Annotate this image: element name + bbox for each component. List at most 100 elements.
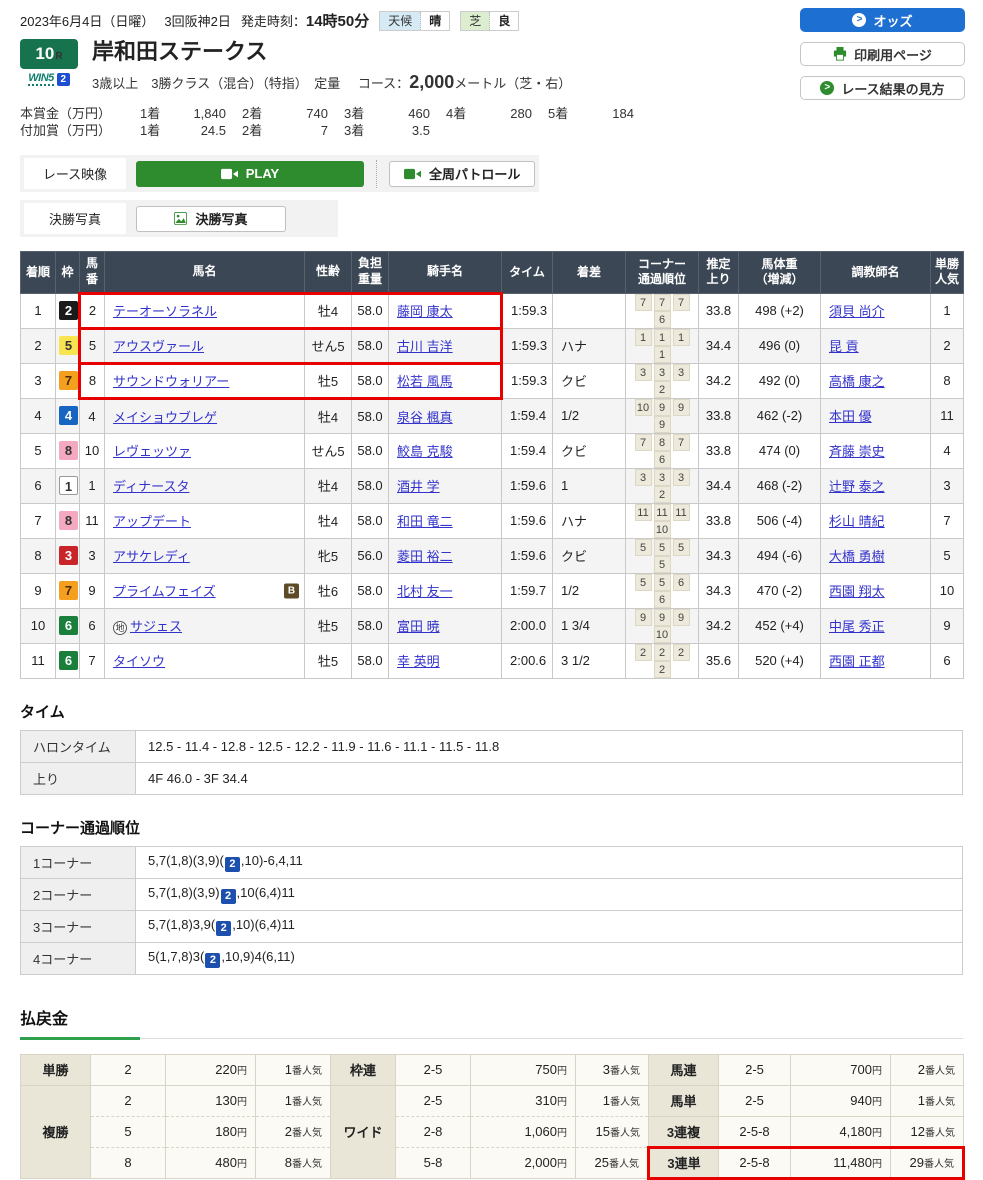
horse-link[interactable]: サジェス <box>130 619 182 634</box>
popularity-suffix: 番人気 <box>925 1128 955 1139</box>
trainer-link[interactable]: 大橋 勇樹 <box>829 549 885 564</box>
corner-position-value: 11 <box>635 504 652 521</box>
trainer-cell: 斉藤 崇史 <box>821 433 931 468</box>
corner-positions: 10999 <box>626 398 699 433</box>
corner-position-value: 2 <box>635 644 652 661</box>
payout-popularity: 1番人気 <box>256 1054 331 1085</box>
column-header: 枠 <box>56 252 80 293</box>
horse-link[interactable]: メイショウブレゲ <box>113 410 217 425</box>
column-header: 着差 <box>553 252 626 293</box>
odds-button[interactable]: > オッズ <box>800 8 965 32</box>
horse-link[interactable]: アサケレディ <box>113 549 190 564</box>
jockey-link[interactable]: 北村 友一 <box>397 584 453 599</box>
corner-position-value: 7 <box>673 294 690 311</box>
jockey-link[interactable]: 酒井 学 <box>397 479 440 494</box>
trainer-link[interactable]: 辻野 泰之 <box>829 479 885 494</box>
payout-selection: 2 <box>91 1054 166 1085</box>
result-row: 7811アップデート牡458.0和田 竜二1:59.6ハナ1111111033.… <box>21 503 964 538</box>
photo-finish-strip: 決勝写真 決勝写真 <box>20 200 338 237</box>
corner-order-table: 1コーナー5,7(1,8)(3,9)(2,10)-6,4,112コーナー5,7(… <box>20 846 963 975</box>
yen-suffix: 円 <box>557 1159 567 1170</box>
horse-name-cell: タイソウ <box>105 643 305 678</box>
trainer-link[interactable]: 須貝 尚介 <box>829 304 885 319</box>
results-guide-button[interactable]: > レース結果の見方 <box>800 76 965 100</box>
horse-link[interactable]: プライムフェイズ <box>113 584 216 599</box>
trainer-link[interactable]: 高橋 康之 <box>829 374 885 389</box>
bracket-cell: 7 <box>56 573 80 608</box>
jockey-link[interactable]: 泉谷 楓真 <box>397 410 453 425</box>
winner-number-badge: 2 <box>216 921 231 936</box>
margin: クビ <box>553 363 626 398</box>
win5-slot-number: 2 <box>57 73 70 86</box>
trainer-link[interactable]: 西園 正都 <box>829 654 885 669</box>
sex-age: せん5 <box>305 433 352 468</box>
play-button[interactable]: PLAY <box>136 161 364 187</box>
popularity-suffix: 番人気 <box>924 1159 954 1170</box>
corner-position-value: 3 <box>635 469 652 486</box>
course-distance: 2,000 <box>409 72 454 92</box>
jockey-link[interactable]: 鮫島 克駿 <box>397 444 453 459</box>
trainer-link[interactable]: 杉山 晴紀 <box>829 514 885 529</box>
jockey-link[interactable]: 松若 風馬 <box>397 374 453 389</box>
trainer-link[interactable]: 斉藤 崇史 <box>829 444 885 459</box>
payout-type-label: 3連単 <box>649 1147 719 1178</box>
jockey-link[interactable]: 和田 竜二 <box>397 514 453 529</box>
trainer-cell: 須貝 尚介 <box>821 293 931 328</box>
horse-link[interactable]: サウンドウォリアー <box>113 374 229 389</box>
race-title-block: 岸和田ステークス 3歳以上 3勝クラス（混合）（特指） 定量 コース：2,000… <box>92 39 571 93</box>
payout-type-label: 3連複 <box>649 1116 719 1147</box>
trainer-cell: 高橋 康之 <box>821 363 931 398</box>
corner-row-label: 4コーナー <box>21 942 136 974</box>
payout-popularity: 1番人気 <box>576 1085 649 1116</box>
payout-selection: 5 <box>91 1116 166 1147</box>
payout-selection: 2 <box>91 1085 166 1116</box>
jockey-link[interactable]: 菱田 裕二 <box>397 549 453 564</box>
finish-position: 5 <box>21 433 56 468</box>
corner-row-value: 5,7(1,8)3,9(2,10)(6,4)11 <box>136 910 963 942</box>
horse-link[interactable]: アップデート <box>113 514 191 529</box>
trainer-link[interactable]: 中尾 秀正 <box>829 619 885 634</box>
popularity-suffix: 番人気 <box>292 1128 322 1139</box>
trainer-link[interactable]: 本田 優 <box>829 409 872 424</box>
load-weight: 58.0 <box>352 643 389 678</box>
jockey-link[interactable]: 古川 吉洋 <box>397 339 453 354</box>
prize-amount: 280 <box>482 105 532 122</box>
course-label: コース： <box>358 76 409 91</box>
horse-link[interactable]: レヴェッツァ <box>113 444 191 459</box>
win-popularity: 7 <box>931 503 964 538</box>
trainer-link[interactable]: 昆 貢 <box>829 339 859 354</box>
payout-amount: 2,000円 <box>471 1147 576 1178</box>
sex-age: 牡5 <box>305 608 352 643</box>
bracket-cell: 4 <box>56 398 80 433</box>
jockey-link[interactable]: 幸 英明 <box>397 654 440 669</box>
horse-link[interactable]: アウスヴァール <box>113 339 204 354</box>
weather-badge: 天候 晴 <box>379 11 450 31</box>
payout-amount: 4,180円 <box>791 1116 891 1147</box>
margin <box>553 293 626 328</box>
horse-weight: 452 (+4) <box>739 608 821 643</box>
race-date: 2023年6月4日（日曜） <box>20 11 154 30</box>
race-conditions: 3歳以上 3勝クラス（混合）（特指） 定量 コース：2,000メートル（芝・右） <box>92 72 571 93</box>
load-weight: 58.0 <box>352 573 389 608</box>
corner-position-value: 5 <box>654 556 671 573</box>
patrol-video-button[interactable]: 全周パトロール <box>389 161 535 187</box>
photo-finish-button[interactable]: 決勝写真 <box>136 206 286 232</box>
horse-link[interactable]: テーオーソラネル <box>113 304 217 319</box>
horse-name-cell: メイショウブレゲ <box>105 398 305 433</box>
finish-time: 1:59.7 <box>502 573 553 608</box>
trainer-link[interactable]: 西園 翔太 <box>829 584 885 599</box>
popularity-suffix: 番人気 <box>925 1097 955 1108</box>
horse-link[interactable]: ディナースタ <box>113 479 189 494</box>
jockey-link[interactable]: 藤岡 康太 <box>397 304 453 319</box>
print-page-button[interactable]: 印刷用ページ <box>800 42 965 66</box>
winner-number-badge: 2 <box>221 889 236 904</box>
corner-position-value: 2 <box>673 644 690 661</box>
result-row: 979プライムフェイズB牡658.0北村 友一1:59.71/2556634.3… <box>21 573 964 608</box>
horse-number: 11 <box>80 503 105 538</box>
bracket-number: 1 <box>59 476 78 495</box>
jockey-link[interactable]: 富田 暁 <box>397 619 440 634</box>
horse-link[interactable]: タイソウ <box>113 654 165 669</box>
corner-row: 3コーナー5,7(1,8)3,9(2,10)(6,4)11 <box>21 910 963 942</box>
corner-positions: 3332 <box>626 363 699 398</box>
yen-suffix: 円 <box>237 1097 247 1108</box>
